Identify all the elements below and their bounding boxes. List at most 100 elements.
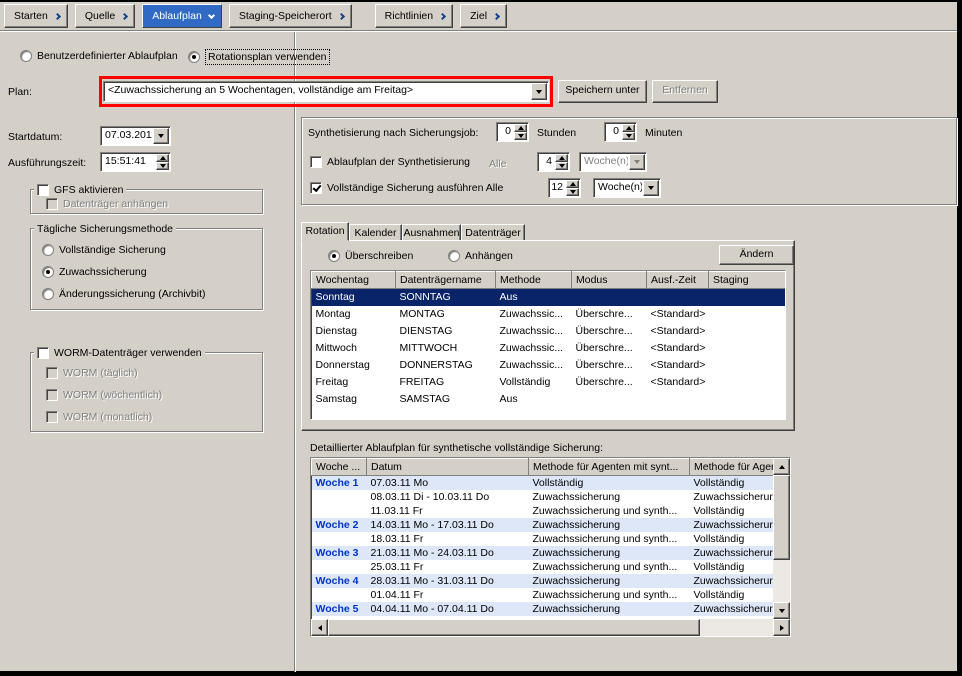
- radio-append[interactable]: Anhängen: [448, 249, 513, 263]
- spinner-down-button[interactable]: [622, 132, 635, 140]
- detail-table-cell[interactable]: Woche 2: [312, 518, 367, 532]
- detail-table-cell[interactable]: Woche 4: [312, 574, 367, 588]
- rotation-table-cell: [572, 391, 647, 408]
- synthesis-interval-spinner[interactable]: 4: [537, 152, 570, 172]
- detail-table-cell: Vollständig: [690, 560, 774, 574]
- detail-table-cell[interactable]: Woche 5: [312, 602, 367, 616]
- detail-table-row[interactable]: Woche 107.03.11 MoVollständigVollständig: [312, 476, 774, 491]
- plan-combobox[interactable]: <Zuwachssicherung an 5 Wochentagen, voll…: [103, 81, 549, 102]
- rotation-table-row[interactable]: DonnerstagDONNERSTAGZuwachssic...Übersch…: [312, 357, 786, 374]
- detail-table-row[interactable]: 01.04.11 FrZuwachssicherung und synth...…: [312, 588, 774, 602]
- gfs-enable-checkbox[interactable]: GFS aktivieren: [34, 183, 126, 197]
- synthesis-schedule-checkbox[interactable]: Ablaufplan der Synthetisierung: [310, 155, 470, 169]
- vertical-scrollbar[interactable]: [773, 458, 790, 619]
- detail-table-cell: 28.03.11 Mo - 31.03.11 Do: [367, 574, 529, 588]
- column-header[interactable]: Ausf.-Zeit: [647, 272, 709, 289]
- spinner-down-button[interactable]: [156, 162, 169, 170]
- rotation-table-cell: SAMSTAG: [396, 391, 496, 408]
- dropdown-arrow-icon[interactable]: [531, 83, 547, 100]
- vertical-scroll-thumb[interactable]: [773, 475, 790, 560]
- tab-ausnahmen[interactable]: Ausnahmen: [402, 224, 461, 241]
- radio-full-backup[interactable]: Vollständige Sicherung: [42, 243, 166, 257]
- column-header[interactable]: Modus: [572, 272, 647, 289]
- detail-plan-table[interactable]: Woche ... Datum Methode für Agenten mit …: [310, 457, 791, 637]
- rotation-table-row[interactable]: MontagMONTAGZuwachssic...Überschre...<St…: [312, 306, 786, 323]
- tab-datentraeger[interactable]: Datenträger: [461, 224, 525, 241]
- scroll-up-button[interactable]: [773, 458, 790, 475]
- worm-weekly-checkbox: WORM (wöchentlich): [46, 388, 162, 402]
- detail-table-cell[interactable]: Woche 1: [312, 476, 367, 491]
- scroll-left-button[interactable]: [311, 619, 328, 636]
- rotation-table-row[interactable]: DienstagDIENSTAGZuwachssic...Überschre..…: [312, 323, 786, 340]
- tab-rotation[interactable]: Rotation: [301, 222, 349, 241]
- spinner-up-button[interactable]: [622, 124, 635, 132]
- detail-table-cell: Zuwachssicherung: [529, 574, 690, 588]
- radio-overwrite[interactable]: Überschreiben: [328, 249, 413, 263]
- tab-kalender[interactable]: Kalender: [349, 224, 402, 241]
- dropdown-arrow-icon[interactable]: [643, 180, 659, 196]
- change-button[interactable]: Ändern: [719, 245, 794, 265]
- rotation-table-row[interactable]: SonntagSONNTAGAus: [312, 289, 786, 307]
- column-header[interactable]: Wochentag: [312, 272, 396, 289]
- column-header[interactable]: Methode: [496, 272, 572, 289]
- rotation-table-cell: [709, 340, 786, 357]
- column-header[interactable]: Staging: [709, 272, 786, 289]
- horizontal-scroll-thumb[interactable]: [328, 619, 700, 636]
- detail-table-row[interactable]: 11.03.11 FrZuwachssicherung und synth...…: [312, 504, 774, 518]
- wizard-tab-richtlinien[interactable]: Richtlinien: [375, 4, 453, 28]
- detail-table-row[interactable]: 08.03.11 Di - 10.03.11 DoZuwachssicherun…: [312, 490, 774, 504]
- start-date-picker[interactable]: 07.03.2011: [100, 126, 171, 146]
- radio-custom-schedule[interactable]: Benutzerdefinierter Ablaufplan: [20, 49, 178, 63]
- rotation-table[interactable]: Wochentag Datenträgername Methode Modus …: [310, 270, 786, 420]
- radio-incremental-backup[interactable]: Zuwachssicherung: [42, 265, 147, 279]
- scroll-down-button[interactable]: [773, 602, 790, 619]
- detail-table-row[interactable]: Woche 321.03.11 Mo - 24.03.11 DoZuwachss…: [312, 546, 774, 560]
- synthesis-interval-unit-combobox: Woche(n): [579, 152, 647, 172]
- spinner-down-button[interactable]: [566, 188, 579, 196]
- synthesis-hours-spinner[interactable]: 0: [496, 122, 529, 142]
- detail-table-cell[interactable]: Woche 3: [312, 546, 367, 560]
- wizard-tab-starten[interactable]: Starten: [4, 4, 68, 28]
- remove-button: Entfernen: [652, 80, 718, 103]
- rotation-table-row[interactable]: SamstagSAMSTAGAus: [312, 391, 786, 408]
- run-time-spinner[interactable]: 15:51:41: [100, 152, 171, 172]
- detail-table-row[interactable]: Woche 428.03.11 Mo - 31.03.11 DoZuwachss…: [312, 574, 774, 588]
- rotation-table-row[interactable]: FreitagFREITAGVollständigÜberschre...<St…: [312, 374, 786, 391]
- column-header[interactable]: Woche ...: [312, 459, 367, 476]
- dropdown-arrow-icon[interactable]: [153, 128, 169, 144]
- column-header[interactable]: Methode für Ager: [690, 459, 774, 476]
- full-backup-interval-spinner[interactable]: 12: [548, 178, 581, 198]
- synthesis-minutes-spinner[interactable]: 0: [604, 122, 637, 142]
- spinner-down-button[interactable]: [514, 132, 527, 140]
- wizard-tab-label: Staging-Speicherort: [239, 10, 332, 22]
- detail-table-row[interactable]: Woche 504.04.11 Mo - 07.04.11 DoZuwachss…: [312, 602, 774, 616]
- column-header[interactable]: Methode für Agenten mit synt...: [529, 459, 690, 476]
- spinner-up-button[interactable]: [566, 180, 579, 188]
- rotation-table-cell: Dienstag: [312, 323, 396, 340]
- radio-differential-backup[interactable]: Änderungssicherung (Archivbit): [42, 287, 206, 301]
- spinner-up-button[interactable]: [514, 124, 527, 132]
- wizard-tab-quelle[interactable]: Quelle: [75, 4, 135, 28]
- detail-table-row[interactable]: 25.03.11 FrZuwachssicherung und synth...…: [312, 560, 774, 574]
- detail-table-row[interactable]: Woche 214.03.11 Mo - 17.03.11 DoZuwachss…: [312, 518, 774, 532]
- radio-rotation-plan[interactable]: Rotationsplan verwenden: [188, 49, 330, 65]
- column-header[interactable]: Datenträgername: [396, 272, 496, 289]
- detail-table-cell: 04.04.11 Mo - 07.04.11 Do: [367, 602, 529, 616]
- rotation-table-cell: [709, 391, 786, 408]
- wizard-tab-staging-speicherort[interactable]: Staging-Speicherort: [229, 4, 352, 28]
- worm-enable-checkbox[interactable]: WORM-Datenträger verwenden: [34, 346, 205, 360]
- rotation-table-row[interactable]: MittwochMITTWOCHZuwachssic...Überschre..…: [312, 340, 786, 357]
- save-as-button[interactable]: Speichern unter: [558, 80, 647, 103]
- wizard-tab-ziel[interactable]: Ziel: [460, 4, 507, 28]
- full-backup-interval-unit-combobox[interactable]: Woche(n): [593, 178, 661, 198]
- detail-table-row[interactable]: 18.03.11 FrZuwachssicherung und synth...…: [312, 532, 774, 546]
- spinner-up-button[interactable]: [156, 154, 169, 162]
- wizard-tab-ablaufplan[interactable]: Ablaufplan: [142, 4, 222, 28]
- spinner-down-button[interactable]: [555, 162, 568, 170]
- horizontal-scrollbar[interactable]: [311, 619, 790, 636]
- column-header[interactable]: Datum: [367, 459, 529, 476]
- full-backup-interval-checkbox[interactable]: Vollständige Sicherung ausführen Alle: [310, 181, 503, 195]
- scroll-right-button[interactable]: [773, 619, 790, 636]
- spinner-up-button[interactable]: [555, 154, 568, 162]
- radio-icon: [328, 250, 340, 262]
